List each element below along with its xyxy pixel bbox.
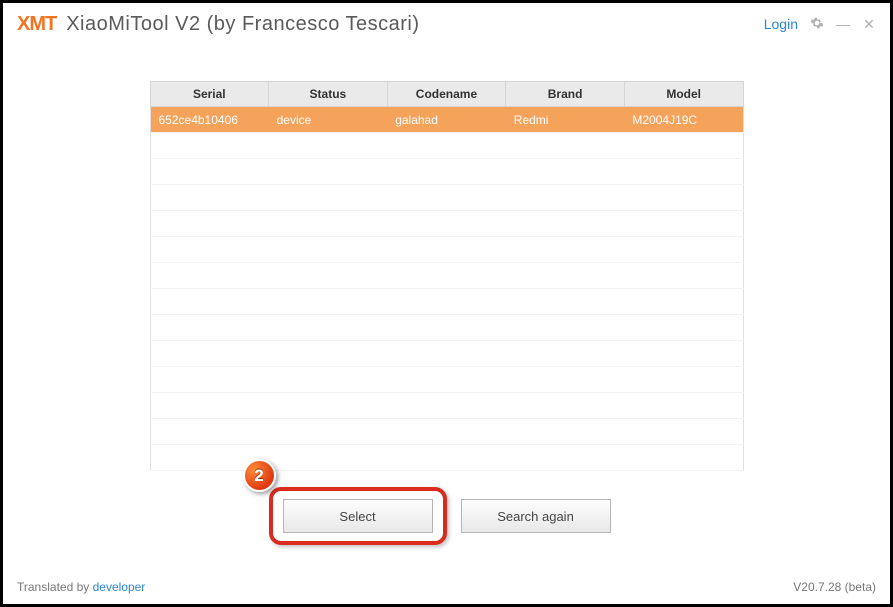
minimize-icon[interactable]: —: [836, 16, 850, 32]
cell-serial: 652ce4b10406: [150, 107, 269, 133]
col-header-brand[interactable]: Brand: [506, 82, 625, 107]
cell-codename: galahad: [387, 107, 506, 133]
app-logo: XMT: [17, 13, 56, 36]
gear-icon[interactable]: [810, 16, 824, 33]
cell-status: device: [269, 107, 388, 133]
table-row[interactable]: [150, 211, 743, 237]
table-row[interactable]: [150, 289, 743, 315]
col-header-model[interactable]: Model: [624, 82, 743, 107]
col-header-status[interactable]: Status: [269, 82, 388, 107]
titlebar: XMT XiaoMiTool V2 (by Francesco Tescari)…: [3, 3, 890, 47]
table-row[interactable]: [150, 393, 743, 419]
device-table: Serial Status Codename Brand Model 652ce…: [150, 81, 744, 471]
device-table-body: 652ce4b10406 device galahad Redmi M2004J…: [150, 107, 743, 471]
translated-by-label: Translated by: [17, 580, 93, 594]
app-title: XiaoMiTool V2 (by Francesco Tescari): [66, 13, 419, 36]
table-row[interactable]: 652ce4b10406 device galahad Redmi M2004J…: [150, 107, 743, 133]
search-again-button[interactable]: Search again: [461, 499, 611, 533]
table-row[interactable]: [150, 133, 743, 159]
version-label: V20.7.28 (beta): [793, 580, 876, 594]
developer-link[interactable]: developer: [93, 580, 146, 594]
table-row[interactable]: [150, 263, 743, 289]
table-row[interactable]: [150, 367, 743, 393]
table-row[interactable]: [150, 185, 743, 211]
table-row[interactable]: [150, 341, 743, 367]
table-row[interactable]: [150, 159, 743, 185]
footer: Translated by developer V20.7.28 (beta): [17, 580, 876, 594]
table-row[interactable]: [150, 445, 743, 471]
cell-brand: Redmi: [506, 107, 625, 133]
table-row[interactable]: [150, 315, 743, 341]
table-row[interactable]: [150, 419, 743, 445]
table-row[interactable]: [150, 237, 743, 263]
col-header-serial[interactable]: Serial: [150, 82, 269, 107]
login-link[interactable]: Login: [764, 16, 798, 32]
close-icon[interactable]: ✕: [862, 16, 876, 33]
col-header-codename[interactable]: Codename: [387, 82, 506, 107]
cell-model: M2004J19C: [624, 107, 743, 133]
button-row: 2 Select Search again: [283, 499, 611, 533]
select-button[interactable]: Select: [283, 499, 433, 533]
